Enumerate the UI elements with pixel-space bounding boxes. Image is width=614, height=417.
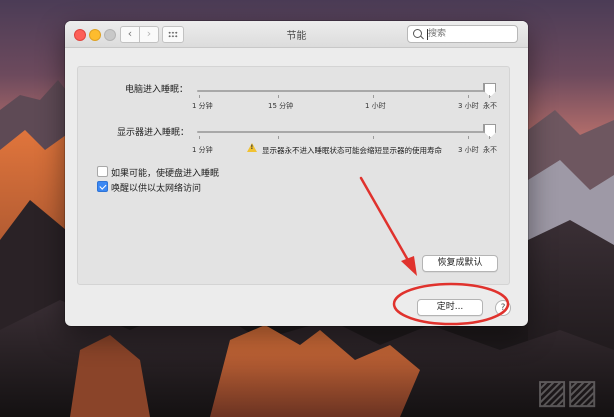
display-sleep-label: 显示器进入睡眠： [117,128,190,138]
tick-label: 永不 [483,146,497,154]
watermark-logo: ▨▨ [536,372,598,412]
computer-sleep-slider[interactable] [197,90,494,92]
search-input[interactable] [428,26,513,42]
wake-ethernet-checkbox[interactable] [97,181,108,192]
tick [278,136,279,139]
computer-sleep-label: 电脑进入睡眠： [125,85,189,95]
wake-ethernet-label: 唤醒以供以太网络访问 [111,184,202,194]
tick [199,136,200,139]
energy-saver-window: ‹ › 节能 电脑进入睡眠： 1 分钟 15 分钟 1 小时 3 小时 永不 显… [65,21,528,326]
search-icon [413,29,422,38]
tick-label: 1 分钟 [192,102,213,110]
tick [373,136,374,139]
tick-label: 3 小时 [458,146,479,154]
tick-label: 15 分钟 [268,102,294,110]
tick-label: 3 小时 [458,102,479,110]
help-button[interactable]: ? [495,300,511,316]
tick [468,95,469,98]
tick [489,136,490,139]
search-field[interactable] [407,25,518,43]
title-bar: ‹ › 节能 [65,21,528,48]
hard-disk-sleep-label: 如果可能，使硬盘进入睡眠 [111,169,220,179]
restore-defaults-button[interactable]: 恢复成默认 [422,255,498,272]
schedule-button[interactable]: 定时... [417,299,483,316]
tick-label: 1 分钟 [192,146,213,154]
tick-label: 永不 [483,102,497,110]
hard-disk-sleep-checkbox[interactable] [97,166,108,177]
tick [278,95,279,98]
warning-icon [247,143,257,152]
tick [468,136,469,139]
tick [373,95,374,98]
tick [489,95,490,98]
tick [199,95,200,98]
tick-label: 1 小时 [365,102,386,110]
display-warning-text: 显示器永不进入睡眠状态可能会缩短显示器的使用寿命 [262,146,442,155]
display-sleep-slider[interactable] [197,131,494,133]
